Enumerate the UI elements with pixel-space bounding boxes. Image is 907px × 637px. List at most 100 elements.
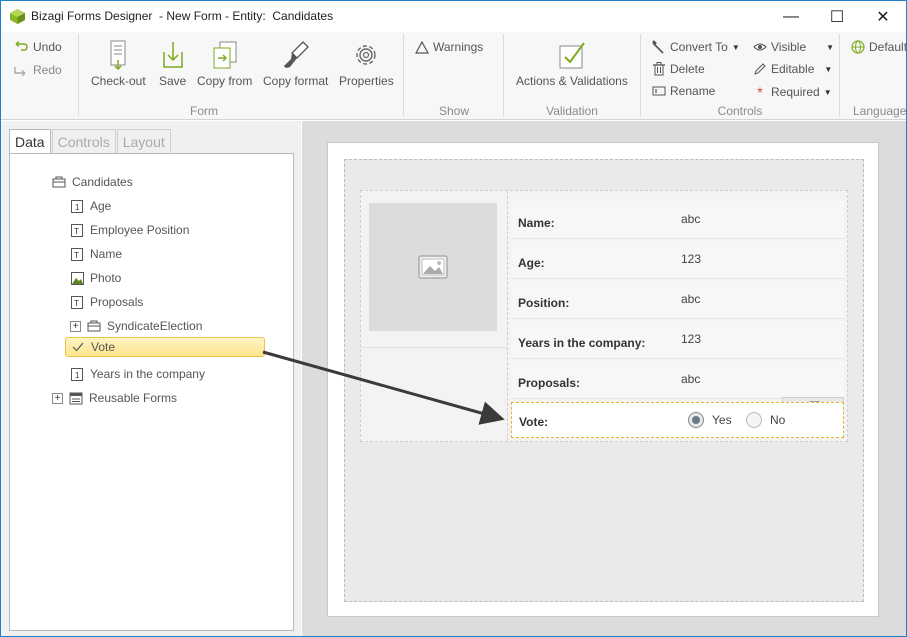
warnings-button[interactable]: Warnings bbox=[415, 40, 483, 54]
tree-item-years-in-company[interactable]: 1 Years in the company bbox=[70, 364, 205, 384]
visible-label: Visible bbox=[771, 40, 807, 54]
field-vote[interactable]: Vote: Yes No bbox=[511, 402, 844, 438]
text-icon: T bbox=[70, 223, 84, 237]
check-out-button[interactable]: Check-out bbox=[91, 40, 146, 88]
checkmark-icon bbox=[71, 340, 85, 354]
default-language-button[interactable]: Default bbox=[851, 40, 907, 54]
editable-label: Editable bbox=[771, 62, 815, 76]
left-panel: Data Controls Layout Candidates 1 Age T … bbox=[1, 121, 301, 636]
save-button[interactable]: Save bbox=[159, 40, 186, 88]
validation-group-label: Validation bbox=[546, 104, 598, 118]
check-out-icon bbox=[110, 40, 126, 70]
default-language-label: Default bbox=[869, 40, 907, 54]
required-button[interactable]: * Required ▼ bbox=[753, 84, 832, 100]
field-name[interactable]: Name: abc bbox=[511, 201, 844, 239]
tree-item-age[interactable]: 1 Age bbox=[70, 196, 111, 216]
field-position[interactable]: Position: abc bbox=[511, 281, 844, 319]
photo-control[interactable] bbox=[369, 203, 497, 331]
warning-icon bbox=[415, 40, 429, 54]
field-value: abc bbox=[681, 372, 701, 386]
undo-icon bbox=[15, 41, 28, 51]
tree-item-label: Years in the company bbox=[90, 367, 205, 381]
entity-icon bbox=[52, 175, 66, 189]
convert-to-label: Convert To bbox=[670, 40, 728, 54]
copy-format-label: Copy format bbox=[263, 74, 329, 88]
delete-button[interactable]: Delete bbox=[652, 62, 705, 76]
maximize-button[interactable]: ☐ bbox=[814, 1, 860, 32]
warnings-label: Warnings bbox=[433, 40, 484, 54]
caret-down-icon: ▼ bbox=[731, 42, 740, 52]
radio-unselected-icon bbox=[746, 412, 762, 428]
photo-column bbox=[361, 191, 508, 441]
radio-label: Yes bbox=[712, 413, 732, 427]
tree-item-candidates[interactable]: Candidates bbox=[52, 172, 133, 192]
radio-no[interactable]: No bbox=[746, 412, 785, 428]
field-value: abc bbox=[681, 212, 701, 226]
text-icon: T bbox=[70, 295, 84, 309]
app-window: Bizagi Forms Designer - New Form - Entit… bbox=[0, 0, 907, 637]
radio-selected-icon bbox=[688, 412, 704, 428]
properties-label: Properties bbox=[339, 74, 394, 88]
window-title: Bizagi Forms Designer - New Form - Entit… bbox=[31, 9, 334, 23]
tree-item-syndicate-election[interactable]: + SyndicateElection bbox=[70, 316, 202, 336]
tree-item-vote[interactable]: Vote bbox=[65, 337, 265, 357]
actions-validations-button[interactable]: Actions & Validations bbox=[516, 40, 628, 88]
title-bar: Bizagi Forms Designer - New Form - Entit… bbox=[1, 1, 906, 32]
rename-button[interactable]: Rename bbox=[652, 84, 715, 98]
tree-item-label: Vote bbox=[91, 340, 116, 354]
panel-tabs: Data Controls Layout bbox=[9, 129, 172, 154]
bizagi-logo-icon bbox=[10, 9, 25, 24]
radio-yes[interactable]: Yes bbox=[688, 412, 732, 428]
pencil-icon bbox=[754, 63, 766, 75]
field-years-in-company[interactable]: Years in the company: 123 bbox=[511, 321, 844, 359]
undo-label: Undo bbox=[33, 40, 62, 54]
copy-format-button[interactable]: Copy format bbox=[263, 40, 328, 88]
tree-item-label: Candidates bbox=[72, 175, 133, 189]
tree-item-label: Name bbox=[90, 247, 123, 261]
forms-icon bbox=[69, 391, 83, 405]
controls-group-label: Controls bbox=[717, 104, 763, 118]
caret-down-icon: ▼ bbox=[823, 87, 832, 97]
minimize-button[interactable]: — bbox=[768, 1, 814, 32]
tab-layout[interactable]: Layout bbox=[116, 129, 171, 153]
field-value: abc bbox=[681, 292, 701, 306]
svg-text:1: 1 bbox=[75, 203, 80, 212]
properties-button[interactable]: Properties bbox=[339, 40, 394, 88]
save-icon bbox=[162, 42, 183, 68]
show-group-label: Show bbox=[438, 104, 470, 118]
maximize-icon: ☐ bbox=[829, 8, 845, 26]
convert-to-button[interactable]: Convert To ▼ bbox=[652, 40, 740, 54]
minimize-icon: — bbox=[783, 7, 799, 25]
tree-item-photo[interactable]: Photo bbox=[70, 268, 121, 288]
caret-down-icon: ▼ bbox=[826, 42, 835, 52]
redo-button[interactable]: Redo bbox=[13, 63, 62, 77]
tree-item-reusable-forms[interactable]: + Reusable Forms bbox=[52, 388, 177, 408]
number-icon: 1 bbox=[70, 199, 84, 213]
field-proposals[interactable]: Proposals: abc bbox=[511, 361, 844, 399]
close-icon: ✕ bbox=[876, 8, 890, 26]
expand-icon[interactable]: + bbox=[70, 320, 81, 332]
actions-validations-label: Actions & Validations bbox=[516, 74, 628, 88]
tree-item-proposals[interactable]: T Proposals bbox=[70, 292, 143, 312]
tree-item-name[interactable]: T Name bbox=[70, 244, 122, 264]
tree-item-employee-position[interactable]: T Employee Position bbox=[70, 220, 189, 240]
tab-controls[interactable]: Controls bbox=[51, 129, 116, 153]
copy-from-label: Copy from bbox=[197, 74, 253, 88]
field-label: Age: bbox=[518, 256, 545, 270]
expand-icon[interactable]: + bbox=[52, 392, 63, 404]
trash-icon bbox=[653, 62, 665, 76]
tree-item-label: Photo bbox=[90, 271, 122, 285]
svg-text:1: 1 bbox=[75, 371, 80, 380]
visible-button[interactable]: Visible ▼ bbox=[753, 40, 834, 54]
field-age[interactable]: Age: 123 bbox=[511, 241, 844, 279]
rename-label: Rename bbox=[670, 84, 716, 98]
field-label: Years in the company: bbox=[518, 336, 646, 350]
asterisk-icon: * bbox=[757, 84, 763, 100]
svg-text:T: T bbox=[74, 251, 79, 260]
eye-icon bbox=[753, 43, 767, 51]
tab-data[interactable]: Data bbox=[9, 129, 51, 154]
close-button[interactable]: ✕ bbox=[860, 1, 906, 32]
undo-button[interactable]: Undo bbox=[13, 40, 62, 54]
editable-button[interactable]: Editable ▼ bbox=[753, 62, 832, 76]
copy-from-button[interactable]: Copy from bbox=[197, 40, 252, 88]
